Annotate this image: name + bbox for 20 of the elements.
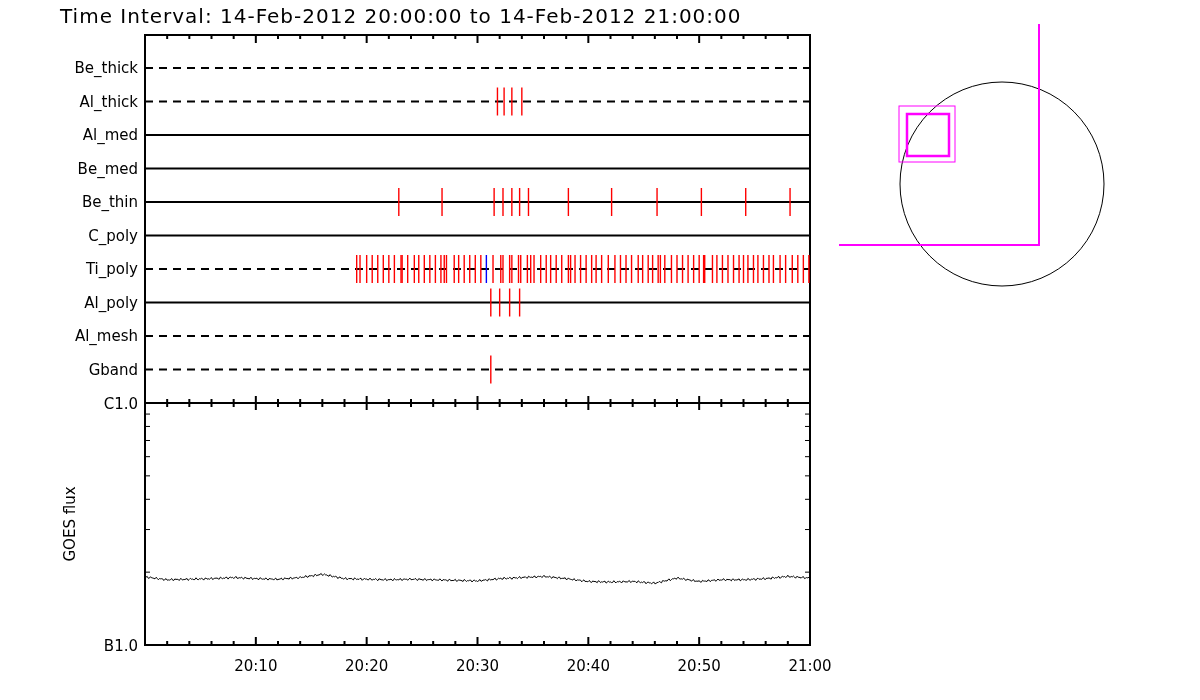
- filter-label: Al_mesh: [74, 327, 138, 345]
- x-tick-label: 20:30: [455, 657, 500, 675]
- filter-label: Al_med: [82, 126, 138, 144]
- filter-label: Be_thick: [74, 59, 138, 77]
- x-tick-label: 21:00: [788, 657, 832, 675]
- y-tick-label: B1.0: [103, 637, 138, 655]
- x-tick-label: 20:40: [566, 657, 610, 675]
- y-tick-label: C1.0: [103, 395, 138, 413]
- plot-title: Time Interval: 14-Feb-2012 20:00:00 to 14-Feb-2012 21:00:00: [60, 4, 742, 28]
- x-tick-label: 20:50: [677, 657, 721, 675]
- filter-label: Ti_poly: [85, 260, 138, 278]
- filter-label: Gband: [88, 360, 138, 379]
- filter-label: C_poly: [88, 226, 138, 245]
- y-axis-label: GOES flux: [61, 486, 79, 562]
- x-tick-label: 20:10: [234, 657, 278, 675]
- filter-label: Be_med: [77, 159, 138, 178]
- filter-label: Al_thick: [79, 92, 138, 111]
- filter-label: Al_poly: [84, 293, 138, 312]
- filter-label: Be_thin: [81, 193, 138, 211]
- x-tick-label: 20:20: [345, 657, 389, 675]
